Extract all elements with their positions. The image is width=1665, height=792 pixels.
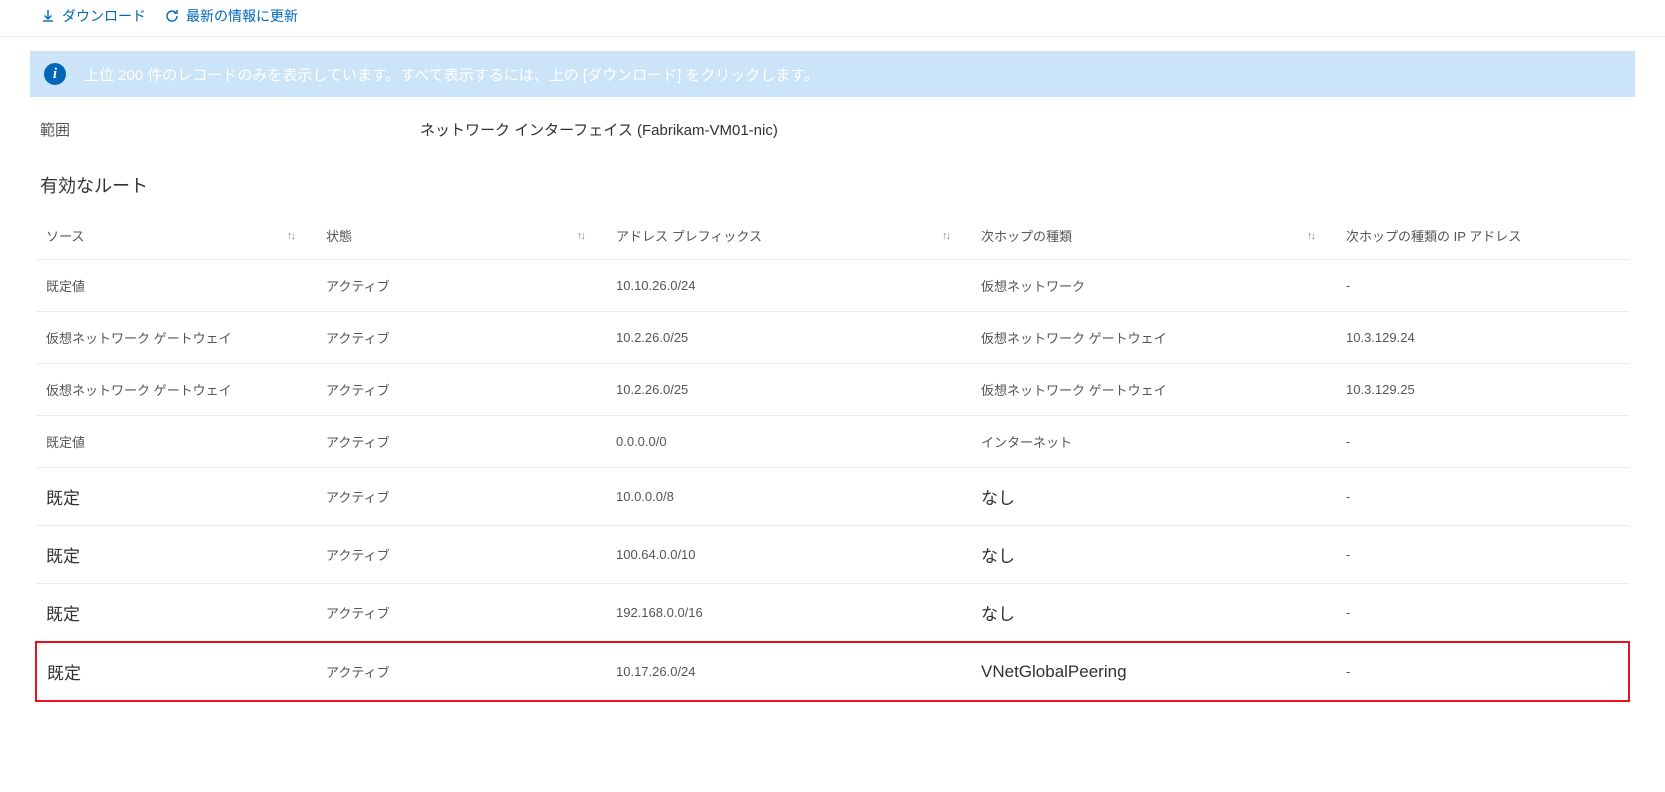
- cell-next_hop_type: 仮想ネットワーク ゲートウェイ: [971, 364, 1336, 416]
- cell-next_hop_ip: -: [1336, 584, 1629, 643]
- cell-next_hop_type: インターネット: [971, 416, 1336, 468]
- cell-source: 既定値: [36, 416, 316, 468]
- section-title: 有効なルート: [0, 144, 1665, 202]
- refresh-icon: [164, 8, 180, 24]
- cell-source: 既定値: [36, 260, 316, 312]
- info-icon: i: [44, 63, 66, 85]
- cell-source: 既定: [36, 584, 316, 643]
- table-row: 既定アクティブ10.17.26.0/24VNetGlobalPeering-: [36, 642, 1629, 701]
- sort-icon: ↑↓: [287, 230, 294, 242]
- cell-state: アクティブ: [316, 260, 606, 312]
- cell-next_hop_type: なし: [971, 584, 1336, 643]
- col-prefix[interactable]: アドレス プレフィックス↑↓: [606, 212, 971, 260]
- cell-next_hop_ip: -: [1336, 416, 1629, 468]
- table-row: 既定アクティブ100.64.0.0/10なし-: [36, 526, 1629, 584]
- table-row: 既定アクティブ192.168.0.0/16なし-: [36, 584, 1629, 643]
- cell-prefix: 100.64.0.0/10: [606, 526, 971, 584]
- cell-prefix: 0.0.0.0/0: [606, 416, 971, 468]
- cell-state: アクティブ: [316, 468, 606, 526]
- cell-next_hop_type: なし: [971, 468, 1336, 526]
- cell-prefix: 10.2.26.0/25: [606, 312, 971, 364]
- table-row: 仮想ネットワーク ゲートウェイアクティブ10.2.26.0/25仮想ネットワーク…: [36, 364, 1629, 416]
- table-row: 仮想ネットワーク ゲートウェイアクティブ10.2.26.0/25仮想ネットワーク…: [36, 312, 1629, 364]
- cell-source: 仮想ネットワーク ゲートウェイ: [36, 312, 316, 364]
- cell-state: アクティブ: [316, 642, 606, 701]
- table-header-row: ソース↑↓ 状態↑↓ アドレス プレフィックス↑↓ 次ホップの種類↑↓ 次ホップ…: [36, 212, 1629, 260]
- table-row: 既定アクティブ10.0.0.0/8なし-: [36, 468, 1629, 526]
- cell-next_hop_type: VNetGlobalPeering: [971, 642, 1336, 701]
- cell-source: 仮想ネットワーク ゲートウェイ: [36, 364, 316, 416]
- cell-next_hop_type: なし: [971, 526, 1336, 584]
- cell-source: 既定: [36, 642, 316, 701]
- scope-label: 範囲: [40, 119, 420, 140]
- info-banner-text: 上位 200 件のレコードのみを表示しています。すべて表示するには、上の [ダウ…: [84, 64, 819, 85]
- sort-icon: ↑↓: [577, 230, 584, 242]
- cell-next_hop_ip: -: [1336, 642, 1629, 701]
- col-next-hop-ip[interactable]: 次ホップの種類の IP アドレス: [1336, 212, 1629, 260]
- table-row: 既定値アクティブ10.10.26.0/24仮想ネットワーク-: [36, 260, 1629, 312]
- download-label: ダウンロード: [62, 6, 146, 26]
- toolbar: ダウンロード 最新の情報に更新: [0, 0, 1665, 37]
- col-next-hop-type[interactable]: 次ホップの種類↑↓: [971, 212, 1336, 260]
- refresh-label: 最新の情報に更新: [186, 6, 298, 26]
- cell-state: アクティブ: [316, 364, 606, 416]
- cell-next_hop_type: 仮想ネットワーク ゲートウェイ: [971, 312, 1336, 364]
- cell-state: アクティブ: [316, 526, 606, 584]
- sort-icon: ↑↓: [1307, 230, 1314, 242]
- table-row: 既定値アクティブ0.0.0.0/0インターネット-: [36, 416, 1629, 468]
- cell-state: アクティブ: [316, 584, 606, 643]
- cell-prefix: 192.168.0.0/16: [606, 584, 971, 643]
- cell-next_hop_ip: -: [1336, 260, 1629, 312]
- cell-prefix: 10.0.0.0/8: [606, 468, 971, 526]
- cell-source: 既定: [36, 468, 316, 526]
- cell-next_hop_ip: -: [1336, 468, 1629, 526]
- info-banner: i 上位 200 件のレコードのみを表示しています。すべて表示するには、上の […: [30, 51, 1635, 97]
- col-state[interactable]: 状態↑↓: [316, 212, 606, 260]
- cell-prefix: 10.10.26.0/24: [606, 260, 971, 312]
- sort-icon: ↑↓: [942, 230, 949, 242]
- cell-next_hop_ip: 10.3.129.25: [1336, 364, 1629, 416]
- refresh-button[interactable]: 最新の情報に更新: [164, 6, 298, 26]
- routes-table: ソース↑↓ 状態↑↓ アドレス プレフィックス↑↓ 次ホップの種類↑↓ 次ホップ…: [35, 212, 1630, 702]
- cell-prefix: 10.17.26.0/24: [606, 642, 971, 701]
- scope-row: 範囲 ネットワーク インターフェイス (Fabrikam-VM01-nic): [0, 97, 1665, 144]
- download-icon: [40, 8, 56, 24]
- cell-next_hop_ip: -: [1336, 526, 1629, 584]
- col-source[interactable]: ソース↑↓: [36, 212, 316, 260]
- download-button[interactable]: ダウンロード: [40, 6, 146, 26]
- cell-next_hop_type: 仮想ネットワーク: [971, 260, 1336, 312]
- cell-prefix: 10.2.26.0/25: [606, 364, 971, 416]
- cell-state: アクティブ: [316, 416, 606, 468]
- scope-value: ネットワーク インターフェイス (Fabrikam-VM01-nic): [420, 119, 778, 140]
- cell-next_hop_ip: 10.3.129.24: [1336, 312, 1629, 364]
- cell-source: 既定: [36, 526, 316, 584]
- cell-state: アクティブ: [316, 312, 606, 364]
